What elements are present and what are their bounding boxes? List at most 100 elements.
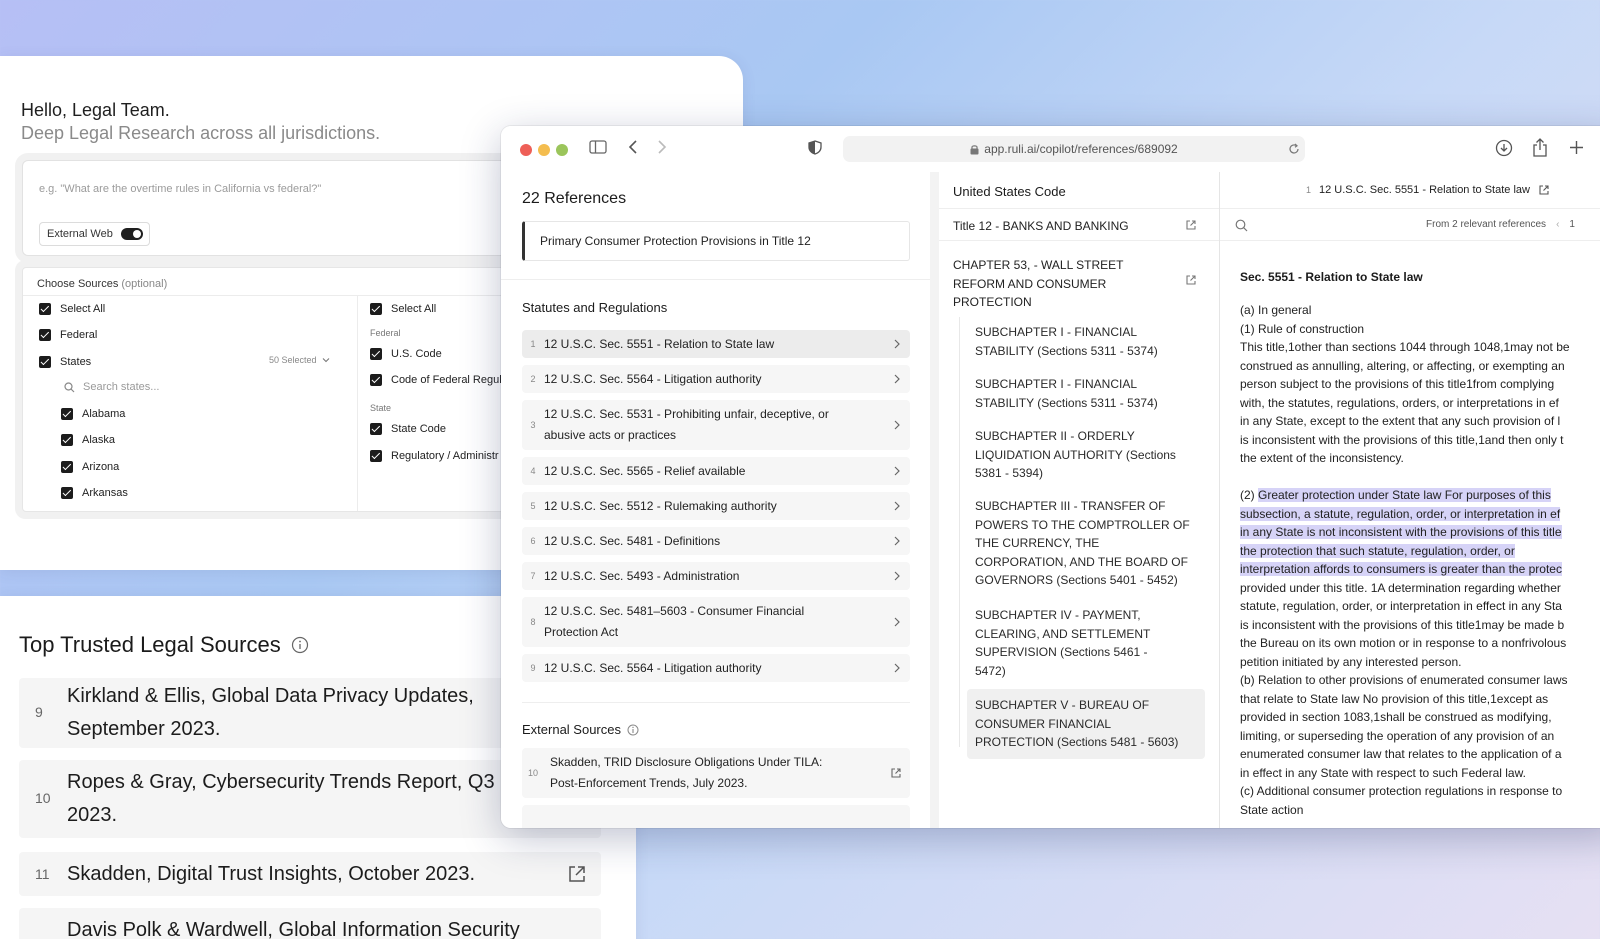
subchapter-item[interactable]: SUBCHAPTER III - TRANSFER OF POWERS TO T… [967,490,1205,597]
external-link-icon[interactable] [1185,274,1197,286]
section-body: (a) In general (1) Rule of construction … [1240,301,1600,819]
download-icon[interactable] [1495,139,1513,157]
sidebar-toggle-icon[interactable] [589,140,607,154]
checkbox-checked-icon[interactable] [61,461,73,473]
trusted-source-item[interactable]: 11 Skadden, Digital Trust Insights, Octo… [19,852,601,896]
statutes-heading: Statutes and Regulations [522,300,668,315]
checkbox-checked-icon[interactable] [39,329,51,341]
reference-item[interactable]: 2 12 U.S.C. Sec. 5564 - Litigation autho… [522,365,910,393]
reference-item[interactable]: 7 12 U.S.C. Sec. 5493 - Administration [522,562,910,590]
checkbox-checked-icon[interactable] [370,348,382,360]
external-link-icon[interactable] [1185,219,1197,231]
checkbox-checked-icon[interactable] [61,434,73,446]
reference-pager: 1 [1569,219,1575,230]
states-checkbox[interactable]: States [39,356,91,368]
share-icon[interactable] [1532,138,1548,157]
source-type-checkbox[interactable]: U.S. Code [370,348,442,360]
close-window-button[interactable] [520,144,532,156]
info-icon[interactable] [627,724,639,736]
chevron-down-icon [322,358,329,363]
subchapter-item[interactable]: SUBCHAPTER II - ORDERLY LIQUIDATION AUTH… [967,420,1205,490]
chapter-item[interactable]: CHAPTER 53, - WALL STREET REFORM AND CON… [953,256,1173,312]
reload-icon[interactable] [1288,143,1300,155]
chevron-right-icon [894,501,900,511]
external-link-icon[interactable] [1538,184,1550,196]
external-link-icon[interactable] [567,864,587,884]
back-icon[interactable] [628,140,638,154]
federal-group-label: Federal [370,328,401,338]
subchapter-item[interactable]: SUBCHAPTER IV - PAYMENT, CLEARING, AND S… [967,599,1205,687]
external-source-item[interactable] [522,805,910,828]
reference-item[interactable]: 9 12 U.S.C. Sec. 5564 - Litigation autho… [522,654,910,682]
reference-item[interactable]: 8 12 U.S.C. Sec. 5481–5603 - Consumer Fi… [522,597,910,647]
reference-item[interactable]: 5 12 U.S.C. Sec. 5512 - Rulemaking autho… [522,492,910,520]
federal-checkbox[interactable]: Federal [39,329,97,341]
states-count-dropdown[interactable]: 50 Selected [269,355,330,365]
toggle-switch-icon[interactable] [120,228,143,240]
state-checkbox-item[interactable]: Arkansas [61,487,128,499]
select-all-sources-checkbox[interactable]: Select All [39,303,105,315]
shield-icon[interactable] [808,140,822,155]
divider [357,295,358,511]
source-type-checkbox[interactable]: State Code [370,423,446,435]
pane-divider[interactable] [930,172,939,828]
external-link-icon[interactable] [890,767,902,779]
checkbox-checked-icon[interactable] [370,423,382,435]
subchapter-item[interactable]: SUBCHAPTER I - FINANCIAL STABILITY (Sect… [967,316,1205,367]
section-header: 1 12 U.S.C. Sec. 5551 - Relation to Stat… [1306,184,1550,196]
checkbox-checked-icon[interactable] [39,303,51,315]
zoom-window-button[interactable] [556,144,568,156]
chevron-right-icon [894,571,900,581]
search-icon[interactable] [1235,219,1248,232]
title-row[interactable]: Title 12 - BANKS AND BANKING [939,208,1219,241]
code-tree-pane: United States Code Title 12 - BANKS AND … [939,172,1219,828]
highlighted-passage: (2) Greater protection under State law F… [1240,488,1551,502]
minimize-window-button[interactable] [538,144,550,156]
greeting-subtitle: Deep Legal Research across all jurisdict… [21,123,381,143]
reference-item[interactable]: 3 12 U.S.C. Sec. 5531 - Prohibiting unfa… [522,400,910,450]
select-all-types-checkbox[interactable]: Select All [370,303,436,315]
relevant-references-nav: From 2 relevant references ‹ 1 [1426,219,1575,230]
reference-item[interactable]: 6 12 U.S.C. Sec. 5481 - Definitions [522,527,910,555]
external-source-item[interactable]: 10 Skadden, TRID Disclosure Obligations … [522,748,910,798]
address-bar[interactable]: app.ruli.ai/copilot/references/689092 [843,136,1305,162]
divider [522,702,910,703]
state-checkbox-item[interactable]: Alaska [61,434,115,446]
checkbox-checked-icon[interactable] [370,374,382,386]
source-type-checkbox[interactable]: Regulatory / Administr [370,450,499,462]
query-placeholder: e.g. "What are the overtime rules in Cal… [39,183,322,195]
checkbox-checked-icon[interactable] [370,450,382,462]
chevron-right-icon [894,374,900,384]
search-states-input[interactable]: Search states... [64,381,159,393]
state-checkbox-item[interactable]: Arizona [61,461,119,473]
reference-item[interactable]: 1 12 U.S.C. Sec. 5551 - Relation to Stat… [522,330,910,358]
browser-window: app.ruli.ai/copilot/references/689092 22… [501,126,1600,828]
chevron-right-icon [894,466,900,476]
reference-item[interactable]: 4 12 U.S.C. Sec. 5565 - Relief available [522,457,910,485]
subchapter-item-active[interactable]: SUBCHAPTER V - BUREAU OF CONSUMER FINANC… [967,689,1205,759]
checkbox-checked-icon[interactable] [61,487,73,499]
forward-icon[interactable] [657,140,667,154]
checkbox-checked-icon[interactable] [61,408,73,420]
external-sources-heading: External Sources [522,722,639,737]
section-pane: 1 12 U.S.C. Sec. 5551 - Relation to Stat… [1220,172,1600,828]
checkbox-checked-icon[interactable] [39,356,51,368]
prev-reference-button[interactable]: ‹ [1556,219,1559,230]
external-web-label: External Web [47,228,113,240]
external-web-toggle[interactable]: External Web [39,222,150,246]
info-icon[interactable] [291,636,309,654]
greeting: Hello, Legal Team. [21,100,170,120]
trusted-source-item[interactable]: Davis Polk & Wardwell, Global Informatio… [19,908,601,939]
source-type-checkbox[interactable]: Code of Federal Regul [370,374,502,386]
checkbox-checked-icon[interactable] [370,303,382,315]
primary-reference-card[interactable]: Primary Consumer Protection Provisions i… [522,221,910,261]
subchapter-item[interactable]: SUBCHAPTER I - FINANCIAL STABILITY (Sect… [967,368,1205,419]
section-title: Sec. 5551 - Relation to State law [1240,270,1423,284]
section-header-title: 12 U.S.C. Sec. 5551 - Relation to State … [1319,184,1530,196]
state-checkbox-item[interactable]: Alabama [61,408,125,420]
divider [23,295,541,296]
new-tab-icon[interactable] [1569,140,1584,155]
query-input[interactable]: e.g. "What are the overtime rules in Cal… [22,160,542,256]
url-text: app.ruli.ai/copilot/references/689092 [984,142,1178,156]
references-pane: 22 References Primary Consumer Protectio… [501,172,930,828]
